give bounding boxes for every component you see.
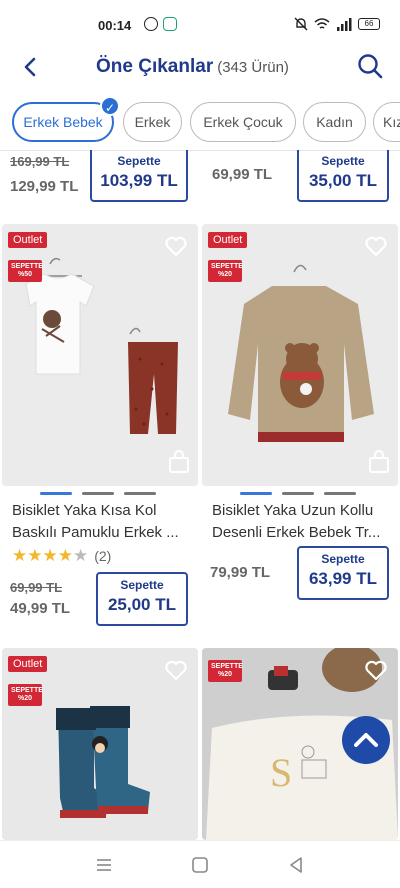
current-price: 69,99 TL: [212, 166, 273, 183]
page-title-text: Öne Çıkanlar: [96, 56, 214, 77]
status-time: 00:14: [98, 18, 132, 33]
star-empty-icon: ★: [72, 546, 89, 565]
signal-icon: [337, 18, 352, 31]
product-name[interactable]: Bisiklet Yaka Kısa Kol Baskılı Pamuklu E…: [12, 500, 192, 544]
sepette-label: Sepette: [321, 154, 365, 168]
app-notification-icon: [163, 17, 177, 31]
whatsapp-icon: [144, 17, 158, 31]
chip-label: Erkek Çocuk: [203, 114, 283, 130]
sepette-label: Sepette: [120, 578, 164, 592]
sepette-price-box[interactable]: Sepette 25,00 TL: [96, 572, 188, 626]
favorite-heart-icon[interactable]: [164, 658, 188, 682]
chip-kiz[interactable]: Kız: [373, 102, 400, 142]
sepette-value: 63,99 TL: [308, 569, 378, 588]
scroll-to-top-button[interactable]: [342, 716, 390, 764]
sepette-discount-badge: SEPETTE %20: [208, 260, 243, 282]
rating-stars: ★★★★★ (2): [12, 546, 111, 566]
favorite-heart-icon[interactable]: [364, 658, 388, 682]
home-icon[interactable]: [190, 855, 210, 875]
star-icon: ★★★★: [12, 546, 73, 565]
sepette-price-box[interactable]: Sepette 35,00 TL: [297, 150, 389, 202]
sepette-price-box[interactable]: Sepette 63,99 TL: [297, 546, 389, 600]
search-icon[interactable]: [356, 52, 384, 80]
chip-label: Erkek Bebek: [23, 114, 103, 130]
chip-erkek-bebek[interactable]: Erkek Bebek ✓: [12, 98, 120, 142]
check-icon: ✓: [100, 98, 120, 116]
image-carousel-indicator: [240, 492, 356, 495]
current-price: 79,99 TL: [210, 564, 271, 581]
sepette-label: Sepette: [321, 552, 365, 566]
sepette-discount-badge: SEPETTE %20: [8, 684, 43, 706]
sepette-price-box[interactable]: Sepette 103,99 TL: [90, 150, 188, 202]
outlet-badge: Outlet: [8, 232, 48, 248]
chip-kadin[interactable]: Kadın: [303, 102, 366, 142]
sepette-discount-badge: SEPETTE %20: [208, 660, 243, 682]
chevron-up-icon: [354, 733, 378, 747]
chip-label: Kız: [383, 114, 400, 130]
current-price: 49,99 TL: [10, 600, 71, 617]
recent-apps-icon[interactable]: [94, 855, 114, 875]
image-carousel-indicator: [40, 492, 156, 495]
chip-label: Kadın: [316, 114, 353, 130]
back-arrow-icon[interactable]: [20, 56, 42, 78]
chip-label: Erkek: [134, 114, 171, 130]
outlet-badge: Outlet: [8, 656, 48, 672]
sepette-discount-badge: SEPETTE %50: [8, 260, 43, 282]
product-image[interactable]: Outlet SEPETTE %50: [2, 224, 198, 486]
sepette-value: 35,00 TL: [308, 171, 378, 190]
sepette-value: 25,00 TL: [107, 595, 177, 614]
current-price: 129,99 TL: [10, 178, 79, 195]
product-name[interactable]: Bisiklet Yaka Uzun Kollu Desenli Erkek B…: [212, 500, 392, 544]
sepette-label: Sepette: [117, 154, 161, 168]
product-card[interactable]: Outlet SEPETTE %50 Bisiklet Yaka Kısa Ko…: [2, 224, 198, 634]
product-count: (343 Ürün): [217, 59, 289, 76]
mute-bell-icon: [294, 17, 308, 31]
product-image[interactable]: Outlet SEPETTE %20: [202, 224, 398, 486]
shopping-bag-icon[interactable]: [368, 450, 390, 474]
chip-erkek-cocuk[interactable]: Erkek Çocuk: [190, 102, 296, 142]
wifi-icon: [314, 18, 330, 29]
chip-erkek[interactable]: Erkek: [123, 102, 182, 142]
category-chips: Erkek Bebek ✓ Erkek Erkek Çocuk Kadın Kı…: [0, 98, 400, 150]
outlet-badge: Outlet: [208, 232, 248, 248]
product-image[interactable]: Outlet SEPETTE %20: [2, 648, 198, 840]
product-card[interactable]: Outlet SEPETTE %20 Bisiklet Yaka Uzun Ko…: [202, 224, 398, 634]
rating-count: (2): [94, 548, 112, 564]
svg-text:S: S: [270, 750, 292, 795]
shopping-bag-icon[interactable]: [168, 450, 190, 474]
status-bar: 00:14 66: [0, 0, 400, 44]
old-price: 69,99 TL: [10, 580, 63, 595]
sepette-value: 103,99 TL: [100, 171, 178, 190]
system-navigation-bar: [0, 840, 400, 888]
back-nav-icon[interactable]: [286, 855, 306, 875]
product-card[interactable]: Outlet SEPETTE %20: [2, 648, 198, 840]
battery-icon: 66: [358, 18, 380, 30]
page-title: Öne Çıkanlar (343 Ürün): [96, 56, 289, 78]
page-header: Öne Çıkanlar (343 Ürün): [0, 44, 400, 90]
favorite-heart-icon[interactable]: [364, 234, 388, 258]
old-price: 169,99 TL: [10, 154, 70, 169]
favorite-heart-icon[interactable]: [164, 234, 188, 258]
